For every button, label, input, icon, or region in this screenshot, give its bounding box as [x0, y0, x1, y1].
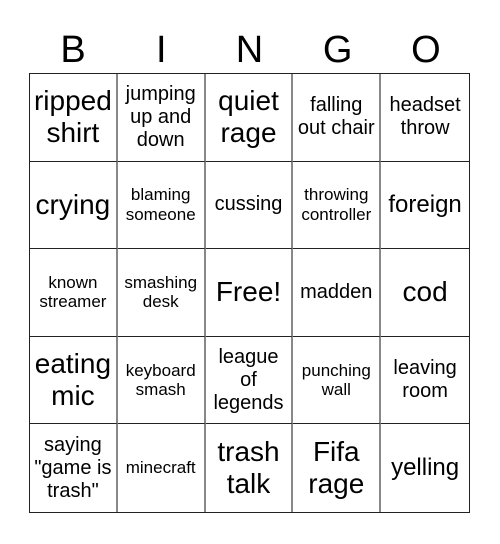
cell-label: eating mic — [34, 347, 112, 412]
bingo-header: B I N G O — [29, 28, 470, 72]
cell-label: league of legends — [213, 345, 284, 414]
bingo-cell[interactable]: headset throw — [381, 74, 469, 162]
bingo-cell[interactable]: blaming someone — [117, 161, 206, 250]
bingo-cell[interactable]: leaving room — [381, 337, 469, 425]
cell-label: jumping up and down — [125, 82, 196, 151]
bingo-cell[interactable]: foreign — [381, 162, 469, 250]
header-letter-g: G — [322, 29, 353, 71]
bingo-cell[interactable]: known streamer — [30, 249, 118, 337]
bingo-cell[interactable]: trash talk — [206, 424, 294, 512]
cell-label: keyboard smash — [125, 360, 196, 400]
bingo-cell[interactable]: punching wall — [293, 336, 382, 425]
cell-label: foreign — [388, 191, 462, 219]
cell-label: smashing desk — [124, 272, 198, 312]
cell-label: known streamer — [39, 272, 107, 312]
cell-label: throwing controller — [301, 185, 372, 224]
cell-label: Fifa rage — [308, 436, 365, 500]
bingo-cell[interactable]: crying — [30, 161, 118, 250]
cell-label: cod — [402, 276, 448, 308]
cell-label: ripped shirt — [33, 85, 112, 149]
cell-label: headset throw — [389, 94, 461, 140]
cell-label: yelling — [391, 454, 460, 482]
bingo-cell[interactable]: cussing — [205, 161, 294, 250]
bingo-cell[interactable]: minecraft — [118, 424, 206, 512]
header-letter-o: O — [411, 29, 441, 71]
bingo-cell[interactable]: yelling — [381, 424, 469, 512]
header-letter-n: N — [235, 29, 264, 71]
header-letter-i: I — [156, 29, 167, 71]
cell-label: punching wall — [301, 360, 371, 400]
header-letter-b: B — [60, 29, 86, 71]
bingo-cell[interactable]: Fifa rage — [293, 424, 382, 512]
bingo-cell[interactable]: eating mic — [30, 336, 118, 425]
cell-label: quiet rage — [218, 85, 279, 149]
bingo-cell[interactable]: jumping up and down — [117, 74, 206, 162]
bingo-cell[interactable]: keyboard smash — [117, 336, 206, 425]
cell-label: falling out chair — [297, 94, 375, 140]
cell-label: crying — [35, 188, 111, 220]
cell-label: trash talk — [217, 436, 280, 500]
bingo-cell[interactable]: quiet rage — [205, 74, 294, 162]
cell-label: blaming someone — [125, 185, 196, 224]
cell-label: Free! — [215, 276, 282, 308]
bingo-cell[interactable]: madden — [293, 249, 382, 337]
bingo-cell[interactable]: falling out chair — [293, 74, 382, 162]
bingo-cell[interactable]: ripped shirt — [30, 74, 118, 162]
cell-label: leaving room — [393, 357, 457, 403]
cell-label: madden — [300, 280, 373, 303]
bingo-cell[interactable]: league of legends — [205, 336, 294, 425]
bingo-cell[interactable]: smashing desk — [117, 249, 206, 337]
bingo-cell[interactable]: saying "game is trash" — [30, 424, 118, 512]
cell-label: minecraft — [125, 458, 196, 478]
cell-label: cussing — [214, 193, 283, 216]
free-space-cell[interactable]: Free! — [205, 249, 294, 337]
cell-label: saying "game is trash" — [34, 433, 112, 502]
bingo-grid: ripped shirt jumping up and down quiet rag… — [29, 73, 470, 513]
bingo-cell[interactable]: throwing controller — [293, 161, 382, 250]
bingo-cell[interactable]: cod — [381, 249, 469, 337]
